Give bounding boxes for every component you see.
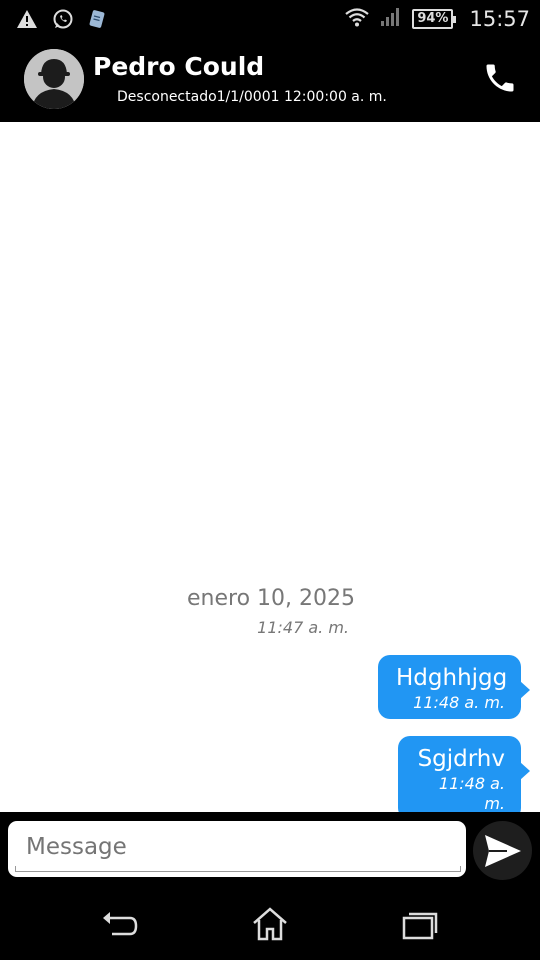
recents-icon bbox=[402, 912, 438, 940]
home-icon bbox=[253, 907, 287, 941]
phone-icon bbox=[486, 64, 514, 92]
contact-status: Desconectado1/1/0001 12:00:00 a. m. bbox=[117, 89, 387, 105]
message-time: 11:48 a. m. bbox=[413, 693, 505, 712]
call-button[interactable] bbox=[482, 60, 518, 96]
signal-icon bbox=[380, 7, 402, 31]
message-bubble-outgoing[interactable]: Sgjdrhv 11:48 a. m. bbox=[398, 736, 530, 820]
message-text: Hdghhjgg bbox=[396, 665, 508, 691]
system-nav-bar bbox=[0, 884, 540, 960]
message-time: 11:48 a. m. bbox=[438, 774, 505, 813]
chat-header: Pedro Could Desconectado1/1/0001 12:00:0… bbox=[0, 38, 540, 122]
send-icon bbox=[484, 834, 521, 867]
date-separator: enero 10, 2025 bbox=[187, 586, 355, 611]
warning-icon bbox=[16, 9, 38, 33]
whatsapp-icon bbox=[52, 8, 74, 34]
user-avatar-icon bbox=[24, 49, 84, 109]
message-input[interactable] bbox=[8, 821, 466, 877]
message-text: Sgjdrhv bbox=[417, 746, 505, 772]
status-clock: 15:57 bbox=[469, 7, 530, 31]
back-icon bbox=[103, 912, 138, 936]
status-icons-left bbox=[16, 8, 106, 34]
send-button[interactable] bbox=[473, 821, 532, 880]
contact-name: Pedro Could bbox=[93, 52, 265, 81]
status-bar: 94% 15:57 bbox=[0, 0, 540, 38]
recents-button[interactable] bbox=[400, 906, 440, 942]
battery-indicator: 94% bbox=[412, 9, 457, 29]
avatar[interactable] bbox=[24, 49, 84, 109]
status-icons-right: 94% 15:57 bbox=[344, 6, 530, 32]
message-bubble-outgoing[interactable]: Hdghhjgg 11:48 a. m. bbox=[378, 655, 530, 719]
chat-area[interactable]: enero 10, 2025 11:47 a. m. Hdghhjgg 11:4… bbox=[0, 122, 540, 820]
home-button[interactable] bbox=[250, 906, 290, 942]
back-button[interactable] bbox=[100, 906, 140, 942]
date-separator-time: 11:47 a. m. bbox=[257, 618, 349, 637]
composer-bar bbox=[0, 812, 540, 884]
notes-icon bbox=[88, 9, 106, 33]
wifi-icon bbox=[344, 6, 370, 32]
